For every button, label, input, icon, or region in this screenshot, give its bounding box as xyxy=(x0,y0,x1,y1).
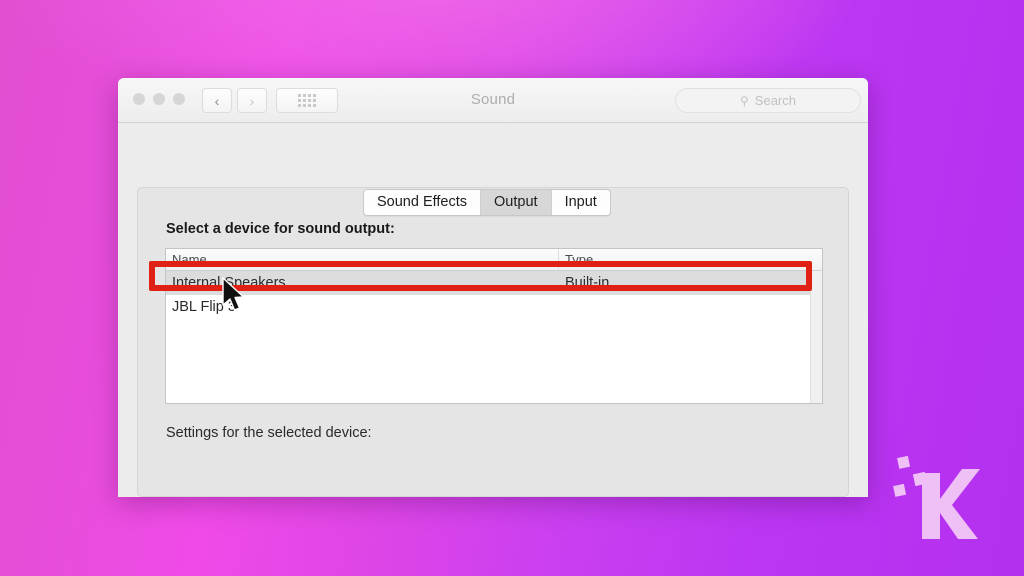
table-row[interactable]: Internal Speakers Built-in xyxy=(166,271,822,295)
table-row[interactable]: JBL Flip 3 xyxy=(166,295,822,319)
screenshot-stage: ‹ › Sound ⚲ Search Select a device for s… xyxy=(0,0,1024,576)
device-type: Built-in xyxy=(565,275,610,291)
output-device-list[interactable]: Name Type Internal Speakers Built-in JBL… xyxy=(165,248,823,404)
device-table-header: Name Type xyxy=(166,249,822,271)
column-header-type[interactable]: Type xyxy=(559,249,822,270)
preferences-panel: Select a device for sound output: Name T… xyxy=(137,187,849,497)
tab-input[interactable]: Input xyxy=(551,190,610,215)
settings-for-device-label: Settings for the selected device: xyxy=(166,425,372,441)
knowtechie-k-logo xyxy=(893,455,980,539)
tab-output[interactable]: Output xyxy=(481,190,552,215)
tab-sound-effects[interactable]: Sound Effects xyxy=(364,190,482,215)
mouse-cursor-arrow xyxy=(222,277,245,311)
window-titlebar: ‹ › Sound ⚲ Search xyxy=(118,78,868,123)
select-device-label: Select a device for sound output: xyxy=(166,221,395,237)
search-field[interactable]: ⚲ Search xyxy=(675,88,861,113)
search-placeholder: Search xyxy=(754,93,796,108)
column-header-name[interactable]: Name xyxy=(166,249,559,270)
device-list-scrollbar[interactable] xyxy=(810,271,822,403)
search-icon: ⚲ xyxy=(740,93,749,108)
sound-tabs: Sound Effects Output Input xyxy=(363,189,611,216)
